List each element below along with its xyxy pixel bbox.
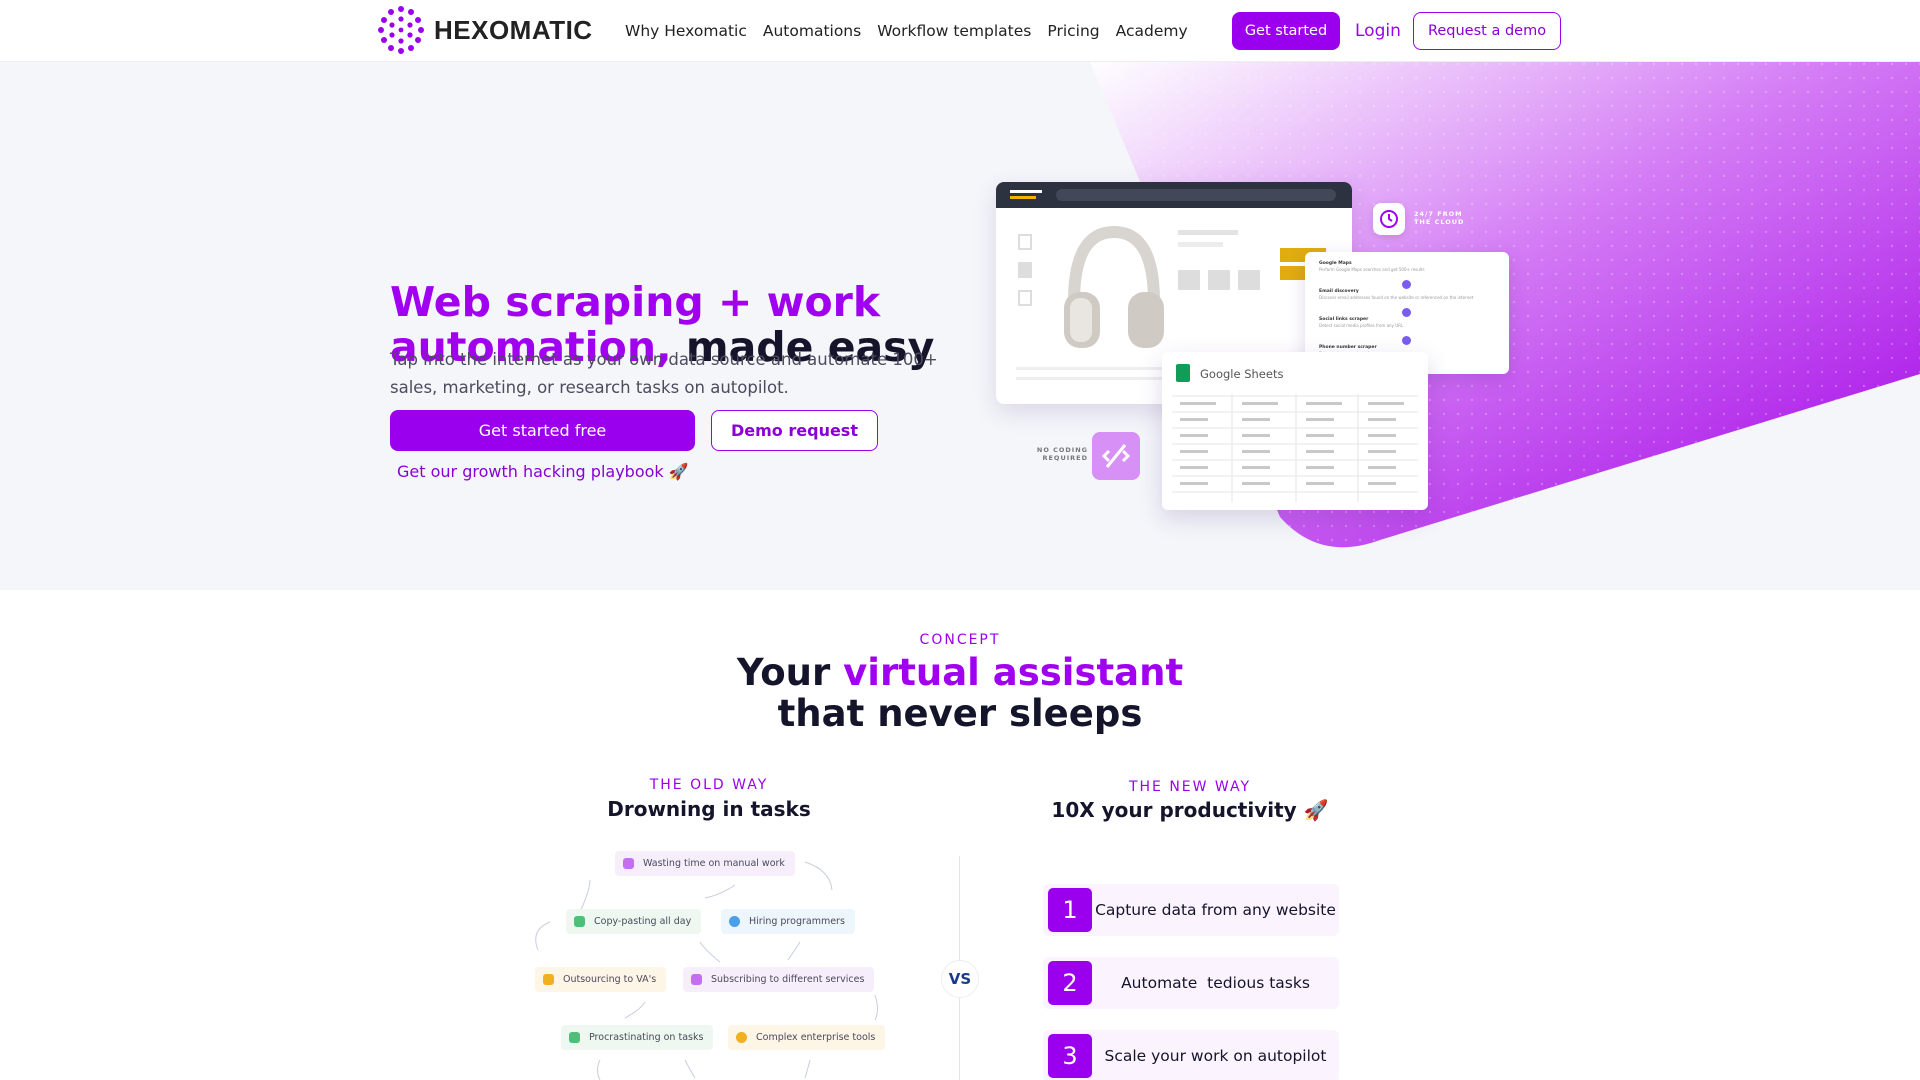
step-number: 2	[1048, 961, 1092, 1005]
copy-icon	[574, 916, 585, 927]
concept-title-part: Your	[736, 651, 844, 694]
hero-section: Web scraping + work automation, made eas…	[0, 62, 1920, 590]
automation-item-desc: Perform Google Maps searches and get 500…	[1319, 267, 1425, 272]
headphones-icon	[1064, 225, 1164, 348]
old-way-label: THE OLD WAY	[649, 777, 769, 793]
google-sheets-card: Google Sheets	[1162, 352, 1428, 510]
step-label: Automate tedious tasks	[1121, 974, 1310, 992]
browser-toolbar	[996, 182, 1352, 208]
hand-pointer-icon	[623, 858, 634, 869]
hero-subtitle: Tap into the internet as your own data s…	[390, 350, 938, 397]
automation-item-title: Phone number scraper	[1319, 345, 1377, 350]
task-label: Copy-pasting all day	[594, 916, 692, 927]
list-item: Copy-pasting all day	[566, 909, 702, 934]
list-item: Subscribing to different services	[683, 967, 875, 992]
no-coding-badge-text: NO CODING REQUIRED	[1036, 446, 1088, 462]
list-item: Wasting time on manual work	[615, 851, 795, 876]
task-label: Procrastinating on tasks	[589, 1032, 704, 1043]
automation-item-title: Email discovery	[1319, 289, 1359, 294]
task-label: Outsourcing to VA's	[563, 974, 657, 985]
list-item: Procrastinating on tasks	[561, 1025, 714, 1050]
get-started-free-button[interactable]: Get started free	[390, 410, 695, 451]
concept-title-highlight: virtual assistant	[843, 651, 1184, 694]
list-item: Outsourcing to VA's	[535, 967, 667, 992]
automation-item-desc: Discover email addresses found on the we…	[1319, 295, 1474, 300]
step-label: Capture data from any website	[1095, 901, 1336, 919]
concept-label: CONCEPT	[919, 632, 1001, 648]
step-item: 1 Capture data from any website	[1043, 884, 1339, 936]
spreadsheet-grid	[1172, 394, 1418, 502]
user-search-icon	[729, 916, 740, 927]
clock-icon	[1373, 203, 1405, 235]
get-started-button[interactable]: Get started	[1232, 12, 1340, 50]
new-way-label: THE NEW WAY	[1128, 779, 1252, 795]
gear-icon	[736, 1032, 747, 1043]
concept-title: Your virtual assistant that never sleeps	[0, 652, 1920, 734]
nav-academy[interactable]: Academy	[1116, 22, 1188, 40]
google-sheets-icon	[1176, 364, 1190, 382]
login-link[interactable]: Login	[1355, 21, 1401, 41]
step-item: 3 Scale your work on autopilot	[1043, 1030, 1339, 1080]
cloud-badge-text: 24/7 FROM THE CLOUD	[1414, 210, 1465, 226]
old-way-title: Drowning in tasks	[607, 797, 811, 821]
concept-title-line2: that never sleeps	[777, 692, 1143, 735]
add-icon	[1402, 308, 1411, 317]
demo-request-button[interactable]: Demo request	[711, 410, 878, 451]
person-icon	[543, 974, 554, 985]
request-demo-button[interactable]: Request a demo	[1413, 12, 1561, 50]
task-label: Hiring programmers	[749, 916, 845, 927]
brand-name: HEXOMATIC	[434, 14, 593, 45]
subscription-icon	[691, 974, 702, 985]
list-item: Hiring programmers	[721, 909, 855, 934]
automation-item-title: Google Maps	[1319, 261, 1352, 266]
nav-pricing[interactable]: Pricing	[1047, 22, 1099, 40]
nav-automations[interactable]: Automations	[763, 22, 861, 40]
nav-why-hexomatic[interactable]: Why Hexomatic	[625, 22, 747, 40]
clipboard-icon	[569, 1032, 580, 1043]
task-label: Wasting time on manual work	[643, 858, 785, 869]
growth-playbook-link[interactable]: Get our growth hacking playbook 🚀	[397, 462, 689, 481]
nav-workflow-templates[interactable]: Workflow templates	[877, 22, 1031, 40]
main-nav: Why Hexomatic Automations Workflow templ…	[625, 22, 1188, 40]
list-item: Complex enterprise tools	[728, 1025, 886, 1050]
logo[interactable]: HEXOMATIC	[376, 5, 593, 55]
automation-item-desc: Detect social media profiles from any UR…	[1319, 323, 1404, 328]
new-way-title: 10X your productivity 🚀	[1051, 798, 1329, 822]
google-sheets-label: Google Sheets	[1200, 367, 1284, 381]
step-number: 3	[1048, 1034, 1092, 1078]
automation-item-title: Social links scraper	[1319, 317, 1369, 322]
no-code-icon	[1092, 432, 1140, 480]
step-number: 1	[1048, 888, 1092, 932]
task-label: Complex enterprise tools	[756, 1032, 876, 1043]
hero-background-shape	[1090, 62, 1920, 548]
step-label: Scale your work on autopilot	[1104, 1047, 1327, 1065]
vs-badge: VS	[941, 960, 979, 998]
site-header: HEXOMATIC Why Hexomatic Automations Work…	[0, 0, 1920, 62]
add-icon	[1402, 336, 1411, 345]
hexomatic-logo-icon	[378, 6, 424, 54]
task-label: Subscribing to different services	[711, 974, 865, 985]
add-icon	[1402, 280, 1411, 289]
step-item: 2 Automate tedious tasks	[1043, 957, 1339, 1009]
